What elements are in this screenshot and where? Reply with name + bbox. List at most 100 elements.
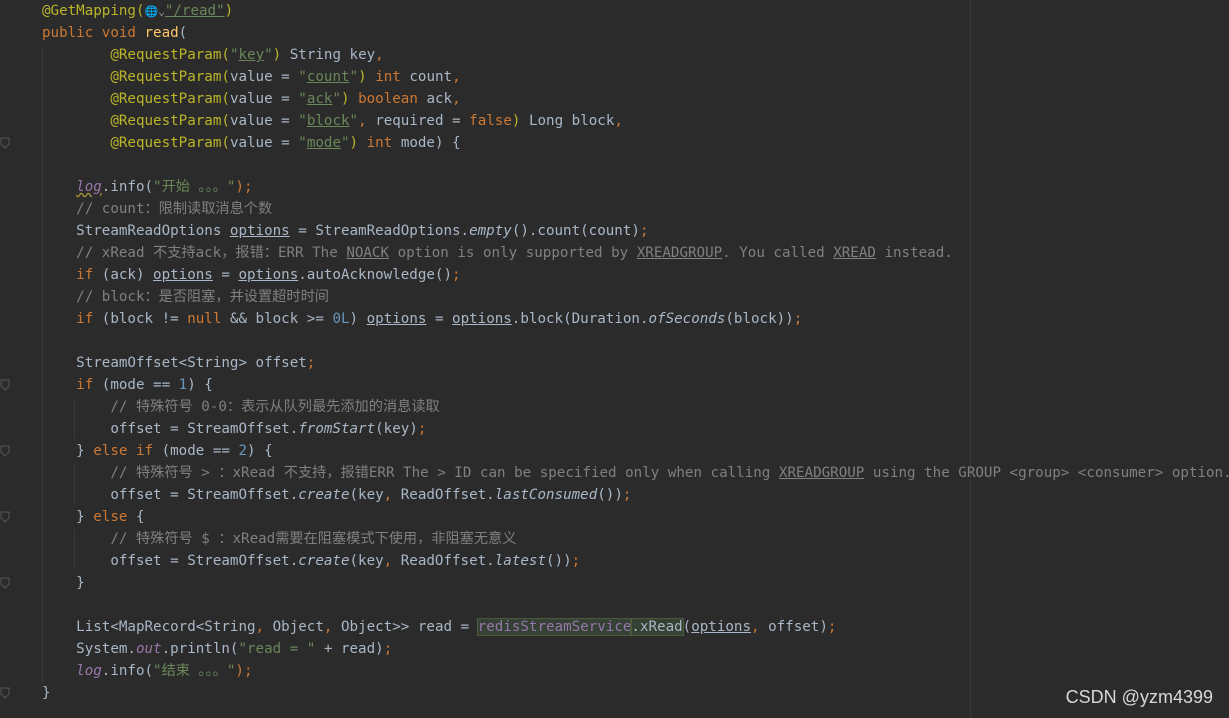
code-token: options bbox=[366, 311, 427, 327]
code-line[interactable]: offset = StreamOffset.create(key, ReadOf… bbox=[42, 484, 631, 506]
code-token: block bbox=[306, 113, 350, 129]
code-token: @GetMapping( bbox=[42, 3, 145, 19]
code-token: .block(Duration. bbox=[511, 311, 649, 327]
code-line[interactable]: offset = StreamOffset.create(key, ReadOf… bbox=[42, 550, 580, 572]
code-token: XREAD bbox=[833, 245, 876, 261]
code-token: ) { bbox=[187, 377, 213, 393]
code-token: = StreamReadOptions. bbox=[289, 223, 470, 239]
code-token: ack bbox=[306, 91, 333, 107]
code-token: ( bbox=[178, 25, 188, 41]
code-line[interactable]: public void read( bbox=[42, 22, 187, 44]
code-line[interactable]: if (block != null && block >= 0L) option… bbox=[42, 308, 802, 330]
code-line[interactable]: // 特殊符号 $ ：xRead需要在阻塞模式下使用，非阻塞无意义 bbox=[42, 528, 516, 550]
code-token: fromStart bbox=[298, 421, 376, 437]
code-token: boolean bbox=[358, 91, 427, 107]
code-token: ; bbox=[827, 619, 837, 635]
code-token: ) bbox=[511, 113, 529, 129]
code-token: ack bbox=[426, 91, 453, 107]
code-token: List<MapRecord<String bbox=[42, 619, 256, 635]
code-token: mode) { bbox=[400, 135, 461, 151]
code-token: empty bbox=[469, 223, 512, 239]
code-line[interactable]: @RequestParam(value = "ack") boolean ack… bbox=[42, 88, 460, 110]
code-line[interactable]: } else if (mode == 2) { bbox=[42, 440, 273, 462]
globe-icon[interactable]: 🌐⌄ bbox=[145, 5, 165, 18]
code-token: // 特殊符号 > ：xRead 不支持，报错ERR The > ID can … bbox=[42, 465, 779, 481]
code-line[interactable]: @RequestParam(value = "mode") int mode) … bbox=[42, 132, 461, 154]
code-token: ()) bbox=[545, 553, 572, 569]
code-line[interactable]: StreamOffset<String> offset; bbox=[42, 352, 315, 374]
code-line[interactable]: log.info("开始 。。。"); bbox=[42, 176, 253, 198]
code-token: "read = " bbox=[238, 641, 324, 657]
code-line[interactable]: if (ack) options = options.autoAcknowled… bbox=[42, 264, 460, 286]
code-token: option is only supported by bbox=[389, 245, 637, 261]
code-token: ) { bbox=[247, 443, 273, 459]
code-token: options bbox=[238, 267, 299, 283]
code-token: offset) bbox=[768, 619, 828, 635]
code-token: options bbox=[229, 223, 290, 239]
code-token: (key) bbox=[375, 421, 418, 437]
code-token: Object bbox=[272, 619, 324, 635]
code-line[interactable]: log.info("结束 。。。"); bbox=[42, 660, 253, 682]
code-token: .xRead bbox=[630, 618, 684, 636]
code-line[interactable]: } bbox=[42, 572, 85, 594]
code-line[interactable]: // count：限制读取消息个数 bbox=[42, 198, 272, 220]
code-token: offset = StreamOffset. bbox=[42, 553, 299, 569]
code-line[interactable]: } else { bbox=[42, 506, 144, 528]
code-token: String key bbox=[289, 47, 376, 63]
code-token: 1 bbox=[178, 377, 188, 393]
code-token: // xRead 不支持ack，报错：ERR The bbox=[42, 245, 347, 261]
code-line[interactable]: if (mode == 1) { bbox=[42, 374, 213, 396]
code-line[interactable]: offset = StreamOffset.fromStart(key); bbox=[42, 418, 426, 440]
code-token: " bbox=[298, 135, 307, 151]
code-token: " bbox=[341, 135, 350, 151]
code-line[interactable]: @RequestParam(value = "count") int count… bbox=[42, 66, 460, 88]
code-token: read bbox=[144, 25, 179, 41]
code-token: , bbox=[614, 113, 623, 129]
code-line[interactable]: // xRead 不支持ack，报错：ERR The NOACK option … bbox=[42, 242, 953, 264]
code-editor[interactable]: @GetMapping(🌐⌄"/read") public void read( … bbox=[0, 0, 1229, 718]
code-token: , bbox=[255, 619, 273, 635]
code-token: (key bbox=[349, 553, 384, 569]
code-token: (block)) bbox=[725, 311, 794, 327]
code-line[interactable]: System.out.println("read = " + read); bbox=[42, 638, 392, 660]
code-token: if bbox=[76, 267, 102, 283]
code-line[interactable]: // 特殊符号 > ：xRead 不支持，报错ERR The > ID can … bbox=[42, 462, 1229, 484]
code-token: options bbox=[691, 619, 751, 635]
code-line[interactable]: StreamReadOptions options = StreamReadOp… bbox=[42, 220, 648, 242]
code-token: @RequestParam( bbox=[110, 113, 230, 129]
code-token: (ack) bbox=[101, 267, 154, 283]
code-token: XREADGROUP bbox=[636, 245, 723, 261]
code-token: create bbox=[298, 553, 350, 569]
code-line[interactable]: @RequestParam("key") String key, bbox=[42, 44, 383, 66]
code-token: @RequestParam( bbox=[110, 135, 230, 151]
code-token: count bbox=[306, 69, 350, 85]
code-token: "结束 。。。" bbox=[153, 663, 236, 679]
code-line[interactable]: @GetMapping(🌐⌄"/read") bbox=[42, 0, 233, 22]
code-token: ) bbox=[341, 91, 359, 107]
code-token: (key bbox=[349, 487, 384, 503]
code-token: ); bbox=[235, 663, 253, 679]
code-token: .println( bbox=[161, 641, 239, 657]
code-line[interactable]: List<MapRecord<String, Object, Object>> … bbox=[42, 616, 836, 638]
code-token: " bbox=[349, 113, 359, 129]
code-token: ().count(count) bbox=[511, 223, 640, 239]
code-token: ); bbox=[235, 179, 253, 195]
code-line[interactable]: // block：是否阻塞，并设置超时时间 bbox=[42, 286, 329, 308]
code-token: ReadOffset. bbox=[400, 553, 495, 569]
code-token: // 特殊符号 0-0：表示从队列最先添加的消息读取 bbox=[42, 399, 440, 415]
code-token: ; bbox=[793, 311, 803, 327]
code-token: offset = StreamOffset. bbox=[42, 421, 299, 437]
code-token: " bbox=[298, 113, 307, 129]
code-line[interactable]: @RequestParam(value = "block", required … bbox=[42, 110, 623, 132]
code-token: @RequestParam( bbox=[110, 91, 230, 107]
code-line[interactable]: } bbox=[42, 682, 51, 704]
code-token: @RequestParam( bbox=[110, 69, 230, 85]
code-token: ) bbox=[349, 135, 367, 151]
code-line[interactable]: // 特殊符号 0-0：表示从队列最先添加的消息读取 bbox=[42, 396, 440, 418]
